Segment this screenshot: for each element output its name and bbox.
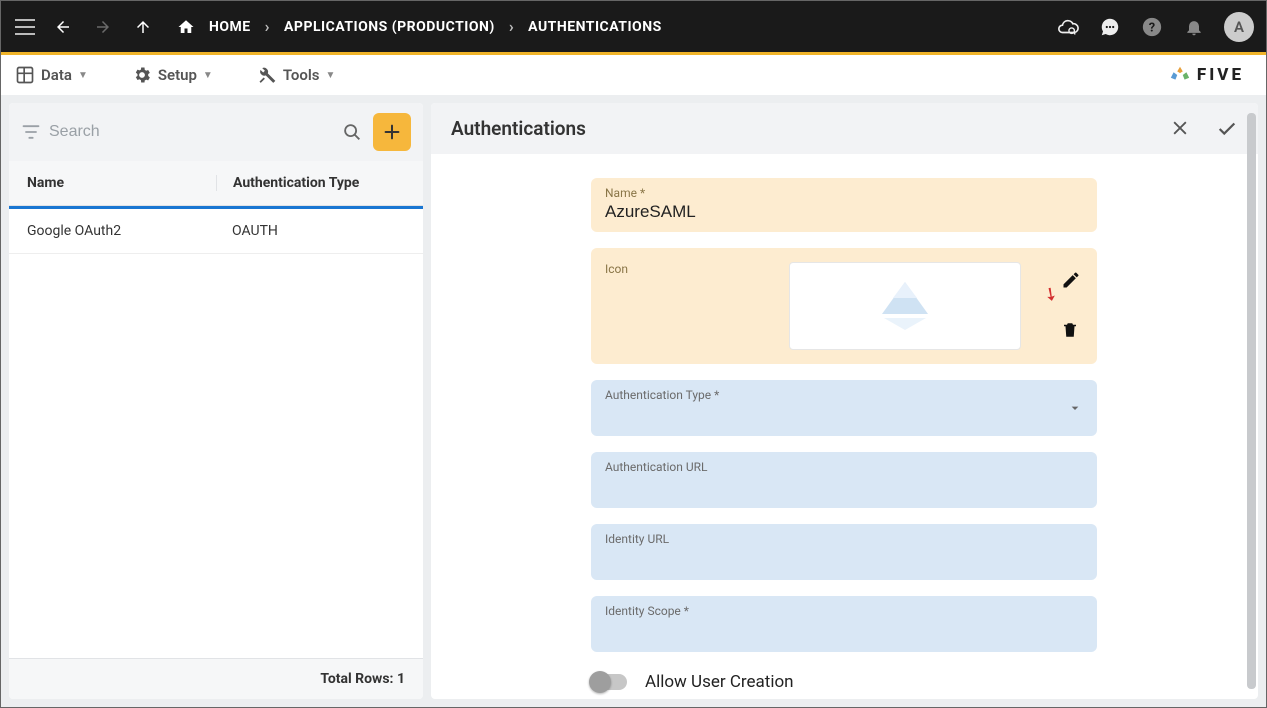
delete-icon[interactable] bbox=[1061, 320, 1083, 342]
toggle-label: Allow User Creation bbox=[645, 672, 794, 692]
table-body: Google OAuth2 OAUTH bbox=[9, 209, 423, 658]
field-auth-url-label: Authentication URL bbox=[605, 460, 1083, 474]
footer-count: 1 bbox=[397, 671, 405, 687]
table-header: Name Authentication Type bbox=[9, 161, 423, 206]
search-icon[interactable] bbox=[341, 121, 363, 143]
back-icon[interactable] bbox=[53, 17, 73, 37]
add-button[interactable] bbox=[373, 113, 411, 151]
row-type: OAUTH bbox=[216, 223, 405, 239]
menu-setup-label: Setup bbox=[158, 66, 197, 84]
field-icon: Icon ➘ bbox=[591, 248, 1097, 364]
check-icon[interactable] bbox=[1216, 118, 1238, 140]
help-icon[interactable]: ? bbox=[1140, 15, 1164, 39]
nav-arrows bbox=[53, 17, 153, 37]
home-icon bbox=[177, 18, 195, 36]
breadcrumb-home[interactable]: HOME bbox=[209, 19, 251, 35]
search-row bbox=[9, 103, 423, 161]
right-panel: Authentications Name * Icon bbox=[431, 103, 1258, 699]
avatar-initial: A bbox=[1234, 18, 1244, 36]
table-row[interactable]: Google OAuth2 OAUTH bbox=[9, 209, 423, 254]
search-input[interactable] bbox=[49, 123, 341, 141]
breadcrumbs: HOME › APPLICATIONS (PRODUCTION) › AUTHE… bbox=[177, 17, 662, 36]
panel-title: Authentications bbox=[451, 117, 586, 140]
identity-scope-value bbox=[605, 620, 1083, 642]
menu-tools[interactable]: Tools ▼ bbox=[257, 65, 336, 85]
field-auth-type-label: Authentication Type * bbox=[605, 388, 1083, 402]
field-identity-scope[interactable]: Identity Scope * bbox=[591, 596, 1097, 652]
field-identity-url-label: Identity URL bbox=[605, 532, 1083, 546]
menu-tools-label: Tools bbox=[283, 66, 320, 84]
menubar: Data ▼ Setup ▼ Tools ▼ FIVE bbox=[1, 55, 1266, 95]
field-name-label: Name * bbox=[605, 186, 1083, 200]
menu-setup[interactable]: Setup ▼ bbox=[132, 65, 213, 85]
field-auth-url[interactable]: Authentication URL bbox=[591, 452, 1097, 508]
arrow-annotation-icon: ➘ bbox=[1038, 282, 1062, 308]
chevron-down-icon: ▼ bbox=[203, 70, 213, 81]
menu-icon[interactable] bbox=[13, 15, 37, 39]
auth-url-value bbox=[605, 476, 1083, 498]
filter-icon[interactable] bbox=[21, 122, 41, 142]
menu-data[interactable]: Data ▼ bbox=[15, 65, 88, 85]
form-area: Name * Icon ➘ bbox=[431, 154, 1258, 699]
chevron-down-icon: ▼ bbox=[326, 70, 336, 81]
azure-icon bbox=[870, 276, 940, 336]
logo-mark-icon bbox=[1169, 64, 1191, 86]
field-icon-label: Icon bbox=[605, 262, 628, 276]
auth-type-value bbox=[605, 404, 1083, 426]
edit-icon[interactable]: ➘ bbox=[1061, 270, 1083, 292]
breadcrumb-auth[interactable]: AUTHENTICATIONS bbox=[528, 19, 662, 35]
row-name: Google OAuth2 bbox=[27, 223, 216, 239]
identity-url-value bbox=[605, 548, 1083, 570]
field-identity-scope-label: Identity Scope * bbox=[605, 604, 1083, 618]
up-icon[interactable] bbox=[133, 17, 153, 37]
chat-icon[interactable] bbox=[1098, 15, 1122, 39]
menu-data-label: Data bbox=[41, 66, 72, 84]
chevron-right-icon: › bbox=[509, 17, 514, 36]
toggle-allow-user-creation: Allow User Creation bbox=[591, 668, 1097, 696]
toggle-switch[interactable] bbox=[591, 674, 627, 690]
chevron-down-icon: ▼ bbox=[78, 70, 88, 81]
forward-icon bbox=[93, 17, 113, 37]
logo-text: FIVE bbox=[1197, 65, 1244, 85]
field-name[interactable]: Name * bbox=[591, 178, 1097, 232]
icon-preview bbox=[789, 262, 1021, 350]
column-name[interactable]: Name bbox=[27, 175, 216, 191]
logo: FIVE bbox=[1169, 64, 1252, 86]
footer-label: Total Rows: bbox=[320, 671, 393, 687]
field-auth-type[interactable]: Authentication Type * bbox=[591, 380, 1097, 436]
avatar[interactable]: A bbox=[1224, 12, 1254, 42]
field-identity-url[interactable]: Identity URL bbox=[591, 524, 1097, 580]
svg-text:?: ? bbox=[1149, 20, 1155, 35]
column-type[interactable]: Authentication Type bbox=[216, 175, 405, 191]
close-icon[interactable] bbox=[1170, 118, 1192, 140]
chevron-right-icon: › bbox=[265, 17, 270, 36]
left-panel: Name Authentication Type Google OAuth2 O… bbox=[9, 103, 423, 699]
icon-actions: ➘ bbox=[1061, 270, 1083, 342]
panel-actions bbox=[1170, 118, 1238, 140]
topbar-right: ? A bbox=[1056, 12, 1254, 42]
panel-header: Authentications bbox=[431, 103, 1258, 154]
table-footer: Total Rows: 1 bbox=[9, 658, 423, 699]
bell-icon[interactable] bbox=[1182, 15, 1206, 39]
breadcrumb-apps[interactable]: APPLICATIONS (PRODUCTION) bbox=[284, 19, 495, 35]
content: Name Authentication Type Google OAuth2 O… bbox=[1, 95, 1266, 707]
name-input[interactable] bbox=[605, 202, 1083, 222]
topbar: HOME › APPLICATIONS (PRODUCTION) › AUTHE… bbox=[1, 1, 1266, 55]
cloud-icon[interactable] bbox=[1056, 15, 1080, 39]
chevron-down-icon bbox=[1067, 400, 1083, 416]
